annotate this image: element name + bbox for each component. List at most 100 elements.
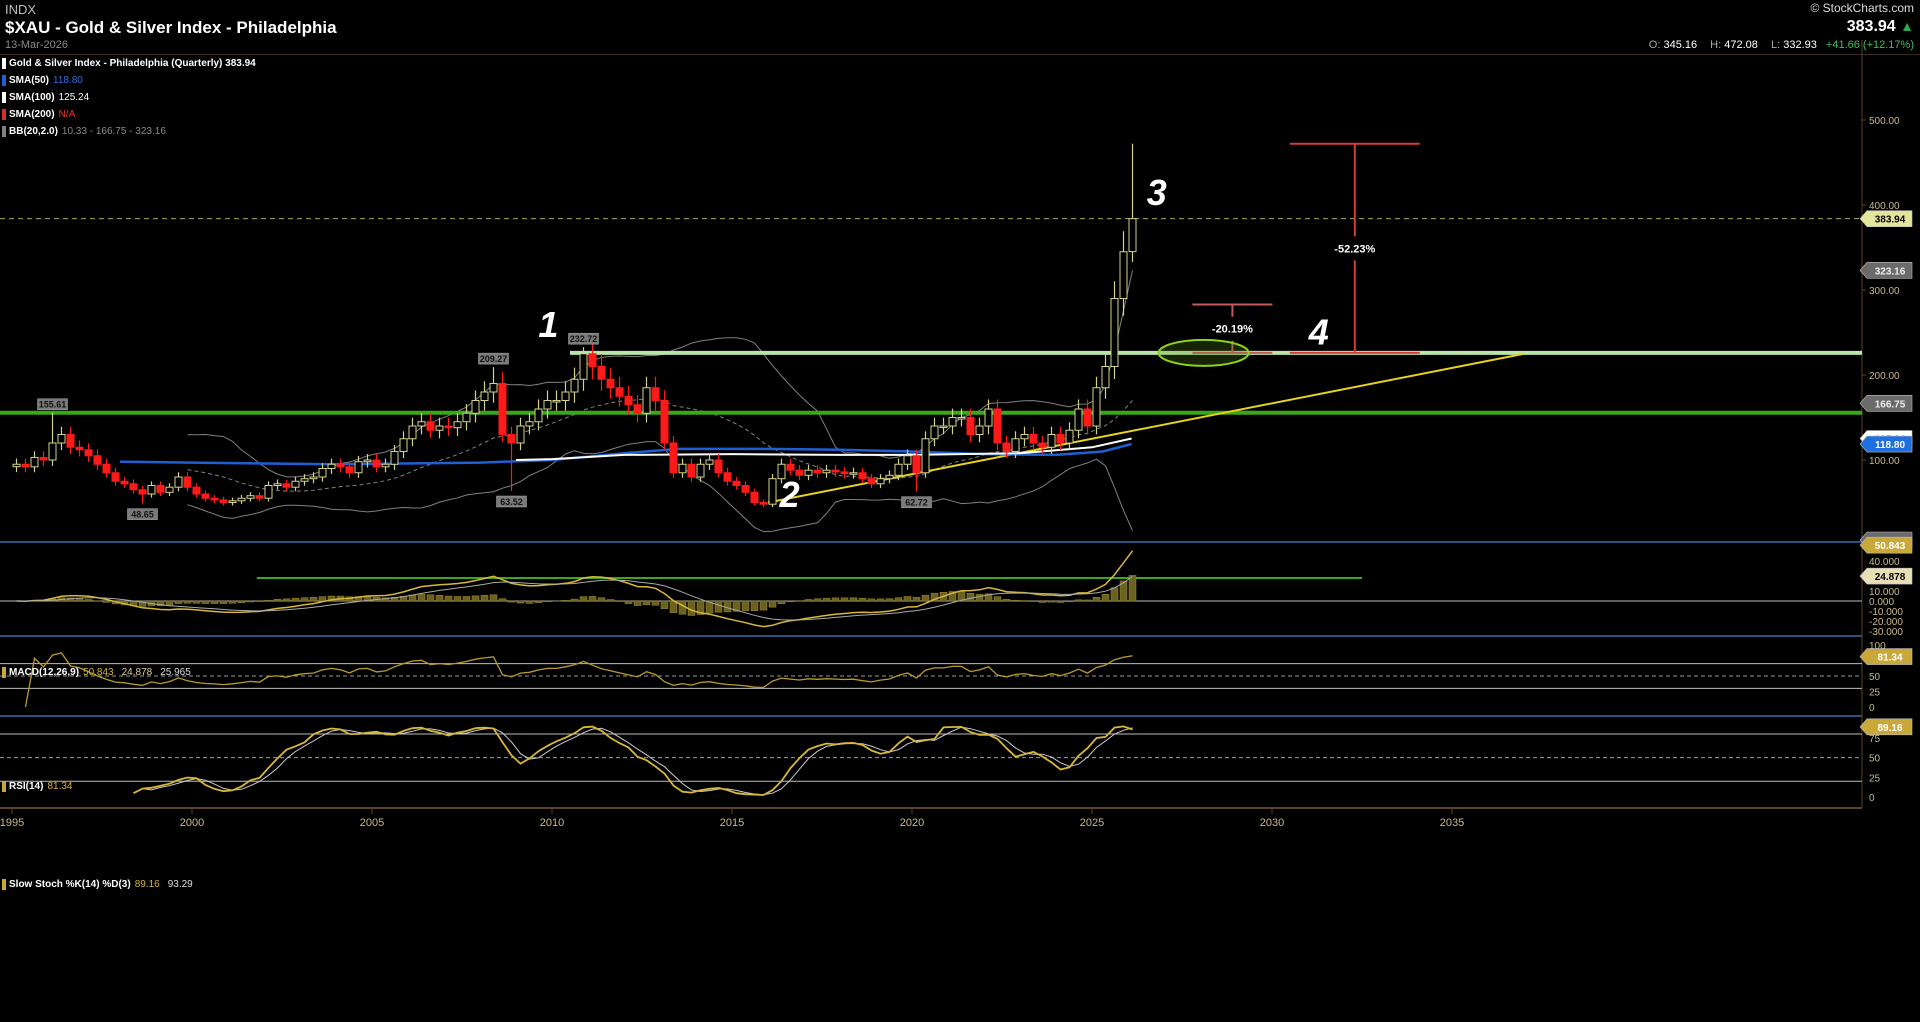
candle-body	[264, 485, 273, 499]
candle-body	[1029, 434, 1038, 444]
candle	[939, 417, 948, 435]
macd-histogram-bar	[759, 600, 768, 611]
candle	[120, 476, 129, 489]
candle	[687, 458, 696, 482]
candle-body	[714, 459, 723, 474]
rsi-y-tick-label: 50	[1869, 672, 1881, 683]
candle	[912, 449, 921, 492]
candle-body	[480, 391, 489, 401]
legend-rsi[interactable]: RSI(14) 81.34	[2, 781, 72, 792]
macd-axis-tag: 24.878	[1859, 567, 1913, 585]
candle-body	[804, 469, 813, 476]
candle	[552, 390, 561, 411]
candle-body	[75, 446, 84, 451]
legend-label: SMA(100)	[9, 92, 55, 103]
macd-histogram-bar	[903, 596, 912, 602]
macd-histogram-bar	[75, 598, 84, 602]
candle-body	[471, 400, 480, 414]
candle-body	[318, 468, 327, 478]
candle	[930, 417, 939, 447]
candle	[21, 458, 30, 473]
macd-histogram-bar	[1002, 599, 1011, 602]
candle	[813, 464, 822, 478]
candle	[849, 467, 858, 479]
candle	[570, 367, 579, 403]
candle-body	[129, 483, 138, 491]
breakout-retest-ellipse	[1157, 338, 1250, 367]
legend-sma200[interactable]: SMA(200) N/A	[2, 109, 75, 120]
candle	[588, 340, 597, 379]
candle	[453, 413, 462, 436]
candle	[129, 479, 138, 494]
legend-label: RSI(14)	[9, 781, 44, 792]
legend-swatch	[2, 879, 6, 890]
candle	[615, 376, 624, 407]
stoch-y-tick-label: 75	[1869, 734, 1881, 745]
candle	[201, 490, 210, 502]
candle	[885, 470, 894, 484]
macd-histogram-bar	[831, 597, 840, 602]
candle-body	[732, 480, 741, 486]
candle-body	[507, 434, 516, 444]
candle	[984, 399, 993, 435]
candle-body	[822, 469, 831, 474]
candle-body	[1065, 429, 1074, 444]
candle	[147, 481, 156, 498]
macd-histogram-bar	[606, 599, 615, 602]
legend-sma100[interactable]: SMA(100) 125.24	[2, 92, 89, 103]
candle-body	[651, 387, 660, 401]
legend-sma50[interactable]: SMA(50) 118.80	[2, 75, 83, 86]
candle-body	[327, 463, 336, 469]
candle-body	[606, 378, 615, 389]
candle-body	[534, 408, 543, 423]
candle-body	[1074, 408, 1083, 431]
candle-body	[363, 459, 372, 463]
macd-histogram-bar	[453, 596, 462, 602]
x-tick-label: 2020	[900, 817, 924, 829]
candle	[867, 474, 876, 489]
macd-histogram-bar	[489, 594, 498, 602]
legend-macd[interactable]: MACD(12,26,9) 50.843 24.878 25.965	[2, 667, 191, 678]
legend-value: 50.843	[83, 667, 114, 678]
y-tick-label: 500.00	[1869, 116, 1900, 127]
candle-body	[1128, 218, 1137, 253]
candle	[471, 390, 480, 423]
measure-label: -52.23%	[1334, 243, 1375, 255]
candle-body	[309, 476, 318, 480]
candle	[561, 381, 570, 411]
candle	[858, 467, 867, 484]
candle-body	[1110, 298, 1119, 367]
macd-histogram-bar	[1029, 600, 1038, 602]
candle	[1128, 143, 1137, 263]
candle-body	[183, 476, 192, 488]
candle	[993, 399, 1002, 451]
candle	[399, 431, 408, 459]
candle	[372, 454, 381, 473]
candle-body	[1092, 387, 1101, 427]
legend-stoch[interactable]: Slow Stoch %K(14) %D(3) 89.16 93.29	[2, 879, 193, 890]
macd-histogram-bar	[561, 600, 570, 602]
candle	[1083, 399, 1092, 435]
macd-histogram-bar	[840, 597, 849, 602]
candle-body	[939, 425, 948, 428]
candle	[480, 381, 489, 411]
legend-bb[interactable]: BB(20,2.0) 10.33 - 166.75 - 323.16	[2, 126, 166, 137]
candle-body	[687, 463, 696, 478]
legend-value: 93.29	[167, 879, 193, 890]
macd-histogram-bar	[309, 597, 318, 602]
candle	[57, 426, 66, 451]
legend-value: 89.16	[134, 879, 160, 890]
stoch-axis-tag: 89.16	[1859, 718, 1913, 736]
candle-body	[1047, 434, 1056, 448]
wave-label-3: 3	[1147, 172, 1167, 213]
candle	[1119, 231, 1128, 316]
candle-body	[849, 472, 858, 475]
legend-value: 118.80	[53, 75, 83, 86]
macd-histogram-bar	[1011, 599, 1020, 602]
price-chart[interactable]: 1995 2000 2005 2010 2015 2020 2025 2030 2035100.…	[0, 0, 1920, 1022]
candle-body	[930, 425, 939, 440]
candle	[246, 492, 255, 502]
macd-histogram-bar	[777, 600, 786, 605]
macd-line	[16, 550, 1134, 628]
candle	[30, 451, 39, 473]
